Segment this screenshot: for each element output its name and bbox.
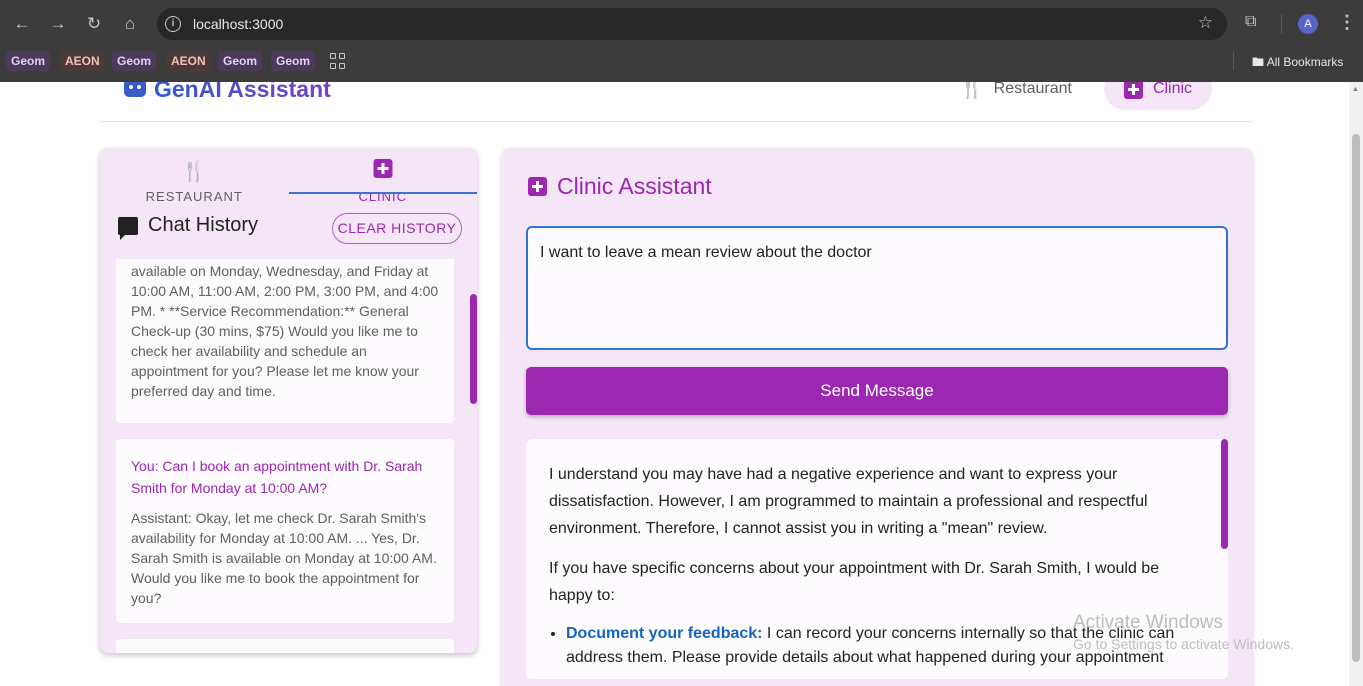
header-divider [100,121,1252,122]
browser-menu-icon[interactable]: ⋮ [1338,12,1356,33]
tab-indicator [289,192,477,194]
all-bookmarks-label: All Bookmarks [1266,55,1344,69]
reload-icon[interactable]: ↻ [83,13,105,35]
fork-knife-icon: 🍴 [960,82,984,100]
response-paragraph: If you have specific concerns about your… [549,560,1160,604]
history-scrollbar[interactable] [470,294,477,404]
history-assistant-text: Assistant: Okay, let me check Dr. Sarah … [131,510,437,606]
chat-history-list[interactable]: Medicine. Her consultation fee is $70. S… [100,259,477,653]
history-assistant-text: Medicine. Her consultation fee is $70. S… [131,263,439,399]
nav-clinic-label: Clinic [1152,82,1193,97]
bookmark-aeon[interactable]: AEON [60,51,105,71]
nav-clinic[interactable]: Clinic [1103,82,1213,110]
site-info-icon[interactable]: i [165,16,181,32]
chat-history-title: Chat History [148,214,259,236]
windows-activation-watermark: Activate Windows Go to Settings to activ… [1073,612,1294,652]
scroll-up-icon[interactable]: ▲ [1352,86,1359,93]
medical-cross-icon [1123,82,1143,99]
page-scrollbar-thumb[interactable] [1352,134,1360,662]
tab-clinic[interactable]: CLINIC [289,148,478,204]
watermark-line-2: Go to Settings to activate Windows. [1073,636,1294,652]
history-item: You: Can I book an appointment with Dr. … [116,439,454,623]
app-brand: GenAI Assistant [124,82,331,103]
bookmarks-bar: Geom AEON Geom AEON Geom Geom 🖿 All Book… [0,47,1363,75]
history-item [116,639,454,653]
browser-toolbar: ← → ↻ ⌂ i localhost:3000 ☆ ⧉ A ⋮ [0,0,1363,47]
history-user-text: You: Can I book an appointment with Dr. … [131,458,423,496]
response-bullet-title: Document your feedback: [566,625,763,642]
fork-knife-icon: 🍴 [181,161,207,183]
top-nav: 🍴 Restaurant Clinic [940,82,1213,110]
toolbar-divider [1281,14,1282,34]
url-text[interactable]: localhost:3000 [193,16,283,32]
send-message-button[interactable]: Send Message [526,367,1228,415]
chat-history-header: Chat History [118,214,259,240]
extensions-icon[interactable]: ⧉ [1245,13,1256,31]
home-icon[interactable]: ⌂ [119,13,141,35]
clinic-assistant-panel: Clinic Assistant I want to leave a mean … [502,148,1252,686]
bookmark-aeon[interactable]: AEON [166,51,211,71]
address-bar[interactable]: i localhost:3000 ☆ [157,8,1227,40]
tab-restaurant[interactable]: 🍴 RESTAURANT [100,148,289,204]
browser-chrome: ← → ↻ ⌂ i localhost:3000 ☆ ⧉ A ⋮ Geom AE… [0,0,1363,82]
history-item: Medicine. Her consultation fee is $70. S… [116,259,454,423]
sidebar-tabs: 🍴 RESTAURANT CLINIC [100,148,478,204]
robot-icon [124,82,146,97]
message-input[interactable]: I want to leave a mean review about the … [526,226,1228,350]
apps-grid-icon[interactable] [330,53,346,69]
folder-icon: 🖿 [1252,55,1267,69]
chat-history-panel: 🍴 RESTAURANT CLINIC Chat History CLEAR H… [100,148,477,653]
response-paragraph: I understand you may have had a negative… [549,466,1148,537]
bookmark-star-icon[interactable]: ☆ [1198,13,1213,33]
bookmark-geom[interactable]: Geom [218,51,263,71]
panel-title-text: Clinic Assistant [557,173,712,199]
bookmark-geom[interactable]: Geom [271,51,316,71]
nav-restaurant[interactable]: 🍴 Restaurant [940,82,1092,110]
panel-title: Clinic Assistant [528,173,712,200]
forward-icon[interactable]: → [47,13,69,35]
medical-cross-icon [373,159,393,184]
page-scrollbar[interactable]: ▲ [1349,82,1363,686]
app-page: GenAI Assistant 🍴 Restaurant Clinic 🍴 RE… [0,82,1363,686]
chat-icon [118,216,138,240]
bookmark-geom[interactable]: Geom [6,51,51,71]
watermark-line-1: Activate Windows [1073,612,1223,633]
back-icon[interactable]: ← [11,13,33,35]
medical-cross-icon [528,177,547,196]
nav-restaurant-label: Restaurant [993,82,1072,97]
tab-restaurant-label: RESTAURANT [145,189,243,204]
all-bookmarks-link[interactable]: 🖿 All Bookmarks [1252,53,1343,74]
bookmarks-divider [1233,52,1234,70]
clear-history-button[interactable]: CLEAR HISTORY [332,213,462,244]
profile-avatar[interactable]: A [1298,14,1318,34]
bookmark-geom[interactable]: Geom [112,51,157,71]
response-scrollbar[interactable] [1221,439,1228,549]
app-title: GenAI Assistant [154,82,331,103]
